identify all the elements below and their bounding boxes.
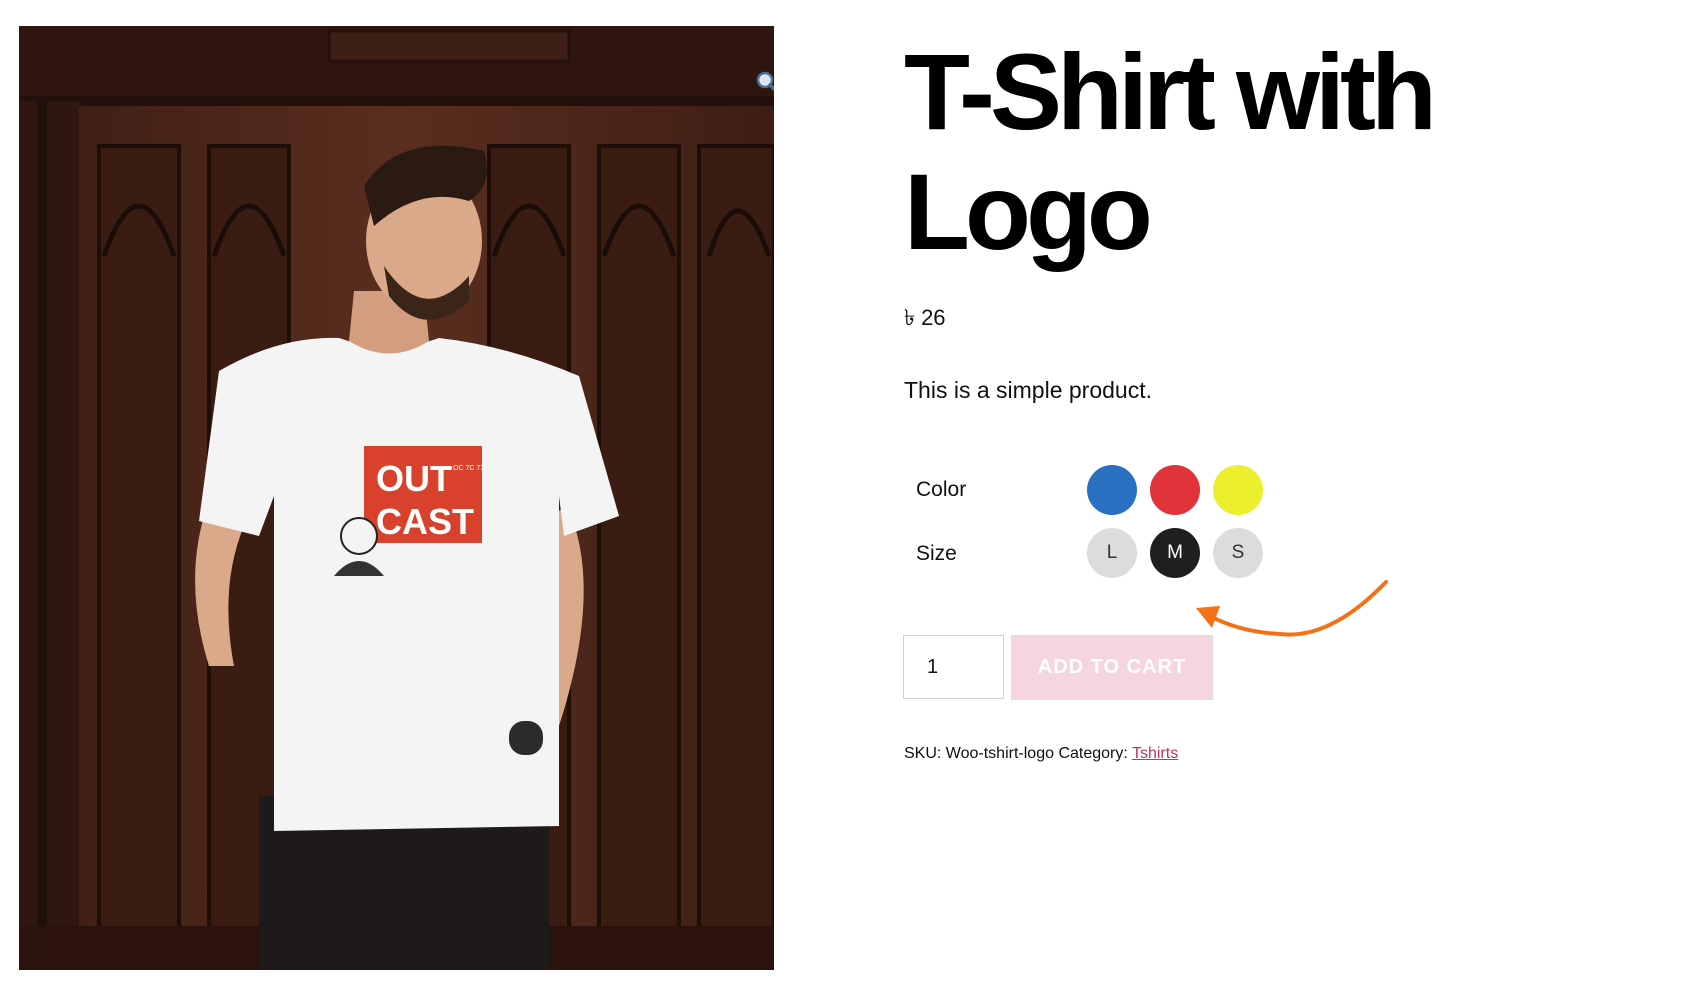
category-label: Category:: [1058, 745, 1128, 762]
size-swatch-l[interactable]: L: [1087, 528, 1137, 578]
shirt-print-side: OC 7C 77: [453, 465, 484, 472]
product-title-line1: T-Shirt with: [904, 31, 1437, 152]
color-label: Color: [916, 478, 967, 501]
magnifier-icon[interactable]: [749, 64, 774, 100]
size-label: Size: [916, 542, 957, 565]
product-summary: T-Shirt with Logo: [904, 32, 1664, 272]
product-title-line2: Logo: [904, 151, 1153, 272]
color-swatch-yellow[interactable]: [1213, 465, 1263, 515]
product-title: T-Shirt with Logo: [904, 32, 1664, 272]
add-to-cart-button[interactable]: ADD TO CART: [1011, 635, 1213, 700]
shirt-print-line2: CAST: [376, 501, 474, 542]
annotation-arrow-icon: [1196, 580, 1388, 637]
sku-label: SKU:: [904, 745, 942, 762]
color-swatch-blue[interactable]: [1087, 465, 1137, 515]
color-swatch-red[interactable]: [1150, 465, 1200, 515]
product-meta: SKU: Woo-tshirt-logo Category: Tshirts: [904, 745, 1178, 763]
product-price: ৳ 26: [904, 305, 946, 330]
quantity-input[interactable]: [903, 635, 1004, 699]
category-link[interactable]: Tshirts: [1132, 745, 1178, 762]
product-photo: OUT CAST OC 7C 77: [19, 26, 774, 970]
product-image[interactable]: OUT CAST OC 7C 77: [19, 26, 774, 970]
shirt-print-line1: OUT: [376, 458, 452, 499]
sku-value: Woo-tshirt-logo: [945, 745, 1054, 762]
product-description: This is a simple product.: [904, 377, 1152, 403]
